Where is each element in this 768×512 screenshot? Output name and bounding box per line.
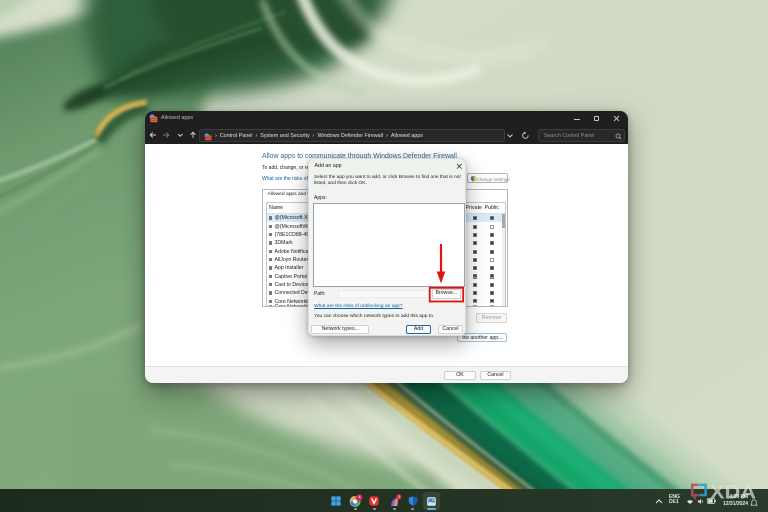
svg-text:3: 3 (397, 495, 399, 499)
